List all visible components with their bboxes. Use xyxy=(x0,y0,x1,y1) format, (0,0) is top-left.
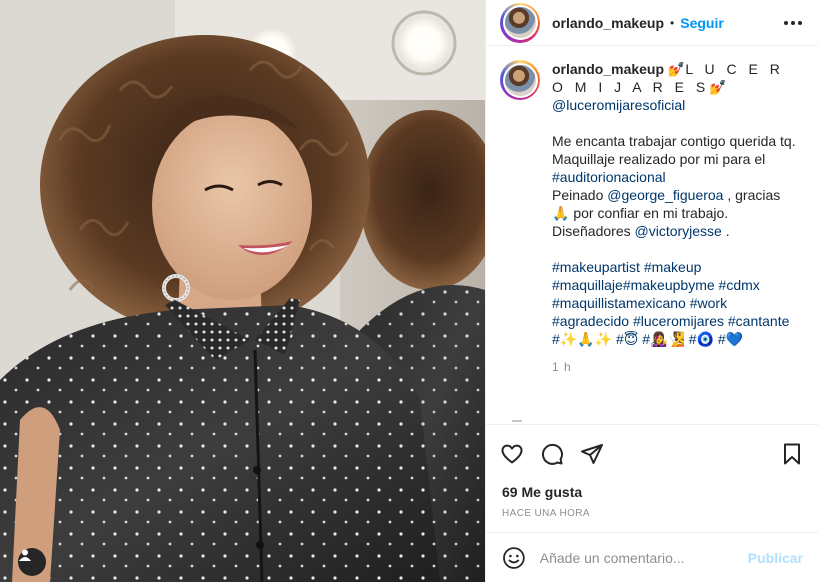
nail-polish-icon: 💅 xyxy=(667,61,686,77)
gracias-text: , gracias xyxy=(727,187,781,203)
caption-row: orlando_makeup 💅L U C E R O M I J A R E … xyxy=(500,60,802,376)
avatar[interactable] xyxy=(500,2,540,43)
hashtags-line-2[interactable]: #maquillaje#makeupbyme #cdmx xyxy=(552,276,800,294)
posted-time[interactable]: HACE UNA HORA xyxy=(486,504,818,530)
likes-count[interactable]: 69 Me gusta xyxy=(486,482,818,504)
comment-input[interactable] xyxy=(539,549,748,566)
person-tag-icon[interactable] xyxy=(18,548,46,576)
add-comment-bar: Publicar xyxy=(486,532,818,582)
caption-username[interactable]: orlando_makeup xyxy=(552,61,664,77)
confiar-text: por confiar en mi trabajo. xyxy=(573,205,729,221)
hashtags-line-3[interactable]: #maquillistamexicano #work xyxy=(552,294,800,312)
caption-line-1: Me encanta trabajar contigo querida tq. xyxy=(552,133,796,149)
publish-button[interactable]: Publicar xyxy=(748,550,803,566)
follow-button[interactable]: Seguir xyxy=(680,15,724,31)
comments-section[interactable]: orlando_makeup 💅L U C E R O M I J A R E … xyxy=(486,46,818,424)
header-username[interactable]: orlando_makeup xyxy=(552,15,664,31)
header-separator: • xyxy=(670,15,675,30)
peinado-label: Peinado xyxy=(552,187,604,203)
mention-luceromijaresoficial[interactable]: @luceromijaresoficial xyxy=(552,97,685,113)
caption-time[interactable]: 1 h xyxy=(552,358,800,376)
disenadores-end: . xyxy=(725,223,730,239)
nail-polish-icon: 💅 xyxy=(709,79,727,95)
comment-icon[interactable] xyxy=(540,442,564,466)
action-bar xyxy=(486,424,818,482)
caption-text: orlando_makeup 💅L U C E R O M I J A R E … xyxy=(552,60,800,376)
mention-victoryjesse[interactable]: @victoryjesse xyxy=(635,223,722,239)
hashtags-line-1[interactable]: #makeupartist #makeup xyxy=(552,258,800,276)
emoji-icon[interactable] xyxy=(502,546,526,570)
more-options-icon[interactable] xyxy=(784,20,802,25)
post-header: orlando_makeup • Seguir xyxy=(486,0,818,46)
share-icon[interactable] xyxy=(580,442,604,466)
post-photo[interactable] xyxy=(0,0,485,582)
hashtags-line-4[interactable]: #agradecido #luceromijares #cantante xyxy=(552,312,800,330)
caption-line-2: Maquillaje realizado por mi para el xyxy=(552,151,766,167)
hashtag-auditorionacional[interactable]: #auditorionacional xyxy=(552,169,666,185)
praying-hands-icon: 🙏 xyxy=(552,205,570,221)
disenadores-label: Diseñadores xyxy=(552,223,631,239)
bookmark-icon[interactable] xyxy=(780,442,804,466)
hashtags-line-5[interactable]: #✨🙏✨ #😇 #👩‍🎤🧏 #🧿 #💙 xyxy=(552,330,800,348)
scroll-indicator xyxy=(512,420,522,422)
caption-avatar[interactable] xyxy=(500,60,540,100)
heart-icon[interactable] xyxy=(500,442,524,466)
post-image xyxy=(0,0,485,582)
mention-george-figueroa[interactable]: @george_figueroa xyxy=(607,187,723,203)
post-details-panel: orlando_makeup • Seguir orlando_makeup 💅… xyxy=(485,0,818,582)
